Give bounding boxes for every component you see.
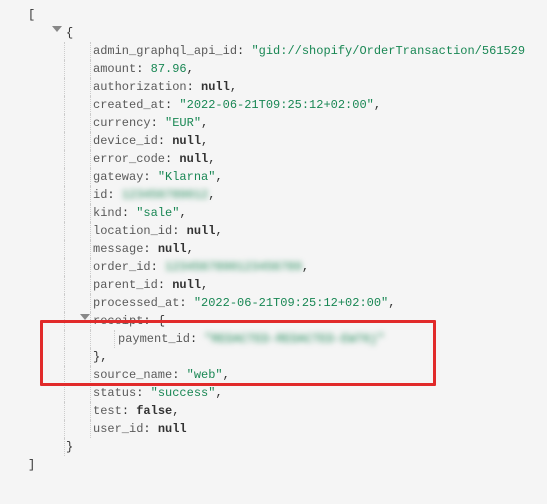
field-processed_at: processed_at: "2022-06-21T09:25:12+02:00… (8, 294, 539, 312)
caret-toggle[interactable] (80, 314, 90, 320)
field-user_id: user_id: null (8, 420, 539, 438)
redacted-value: 1234567890123456789 (165, 260, 302, 274)
field-id: id: 123456789012, (8, 186, 539, 204)
field-created_at: created_at: "2022-06-21T09:25:12+02:00", (8, 96, 539, 114)
field-order_id: order_id: 1234567890123456789, (8, 258, 539, 276)
field-currency: currency: "EUR", (8, 114, 539, 132)
field-source_name: source_name: "web", (8, 366, 539, 384)
field-admin_graphql_api_id: admin_graphql_api_id: "gid://shopify/Ord… (8, 42, 539, 60)
field-amount: amount: 87.96, (8, 60, 539, 78)
array-open: [ (8, 6, 539, 24)
array-close: ] (8, 456, 539, 474)
field-parent_id: parent_id: null, (8, 276, 539, 294)
object-open: { (8, 24, 539, 42)
field-authorization: authorization: null, (8, 78, 539, 96)
field-error_code: error_code: null, (8, 150, 539, 168)
redacted-value: 123456789012 (122, 188, 208, 202)
field-receipt-close: }, (8, 348, 539, 366)
field-status: status: "success", (8, 384, 539, 402)
json-viewer: [ { admin_graphql_api_id: "gid://shopify… (0, 0, 547, 504)
field-device_id: device_id: null, (8, 132, 539, 150)
key: admin_graphql_api_id (93, 44, 237, 58)
redacted-value: "REDACTED-REDACTED-EW76j" (204, 332, 384, 346)
field-location_id: location_id: null, (8, 222, 539, 240)
field-test: test: false, (8, 402, 539, 420)
field-gateway: gateway: "Klarna", (8, 168, 539, 186)
field-payment_id: payment_id: "REDACTED-REDACTED-EW76j" (8, 330, 539, 348)
caret-toggle[interactable] (52, 26, 62, 32)
value: "gid://shopify/OrderTransaction/561529 (251, 44, 525, 58)
field-receipt-open: receipt: { (8, 312, 539, 330)
field-message: message: null, (8, 240, 539, 258)
object-close: } (8, 438, 539, 456)
field-kind: kind: "sale", (8, 204, 539, 222)
